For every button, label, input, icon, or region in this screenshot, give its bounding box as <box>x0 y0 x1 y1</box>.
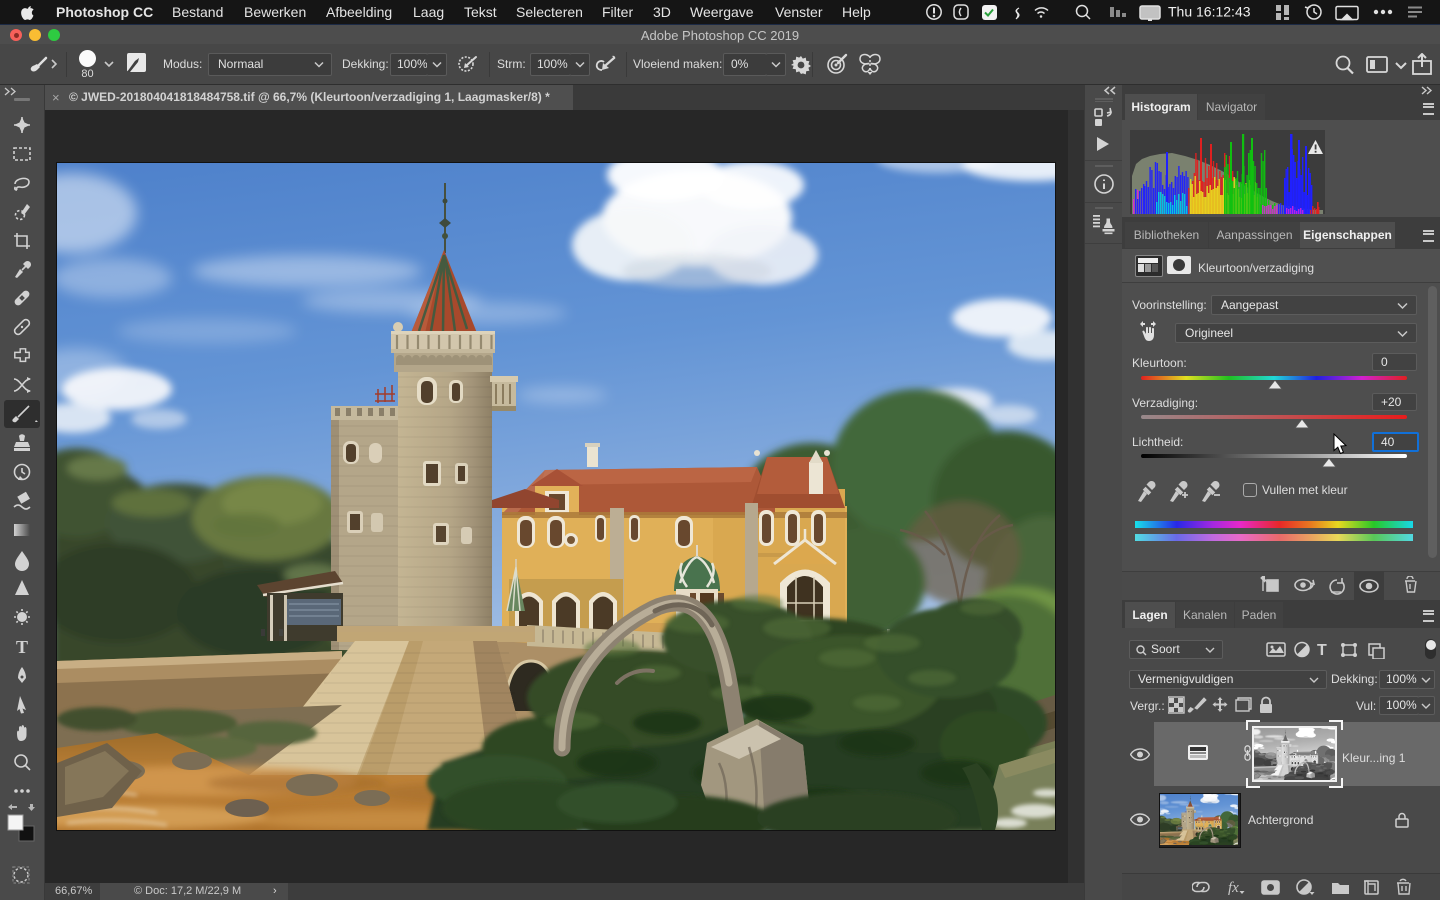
svg-text:T: T <box>16 637 28 657</box>
svg-text:T: T <box>1317 642 1327 659</box>
svg-text:fx: fx <box>1228 880 1239 896</box>
svg-text:Thu 16:12:43: Thu 16:12:43 <box>1168 4 1251 20</box>
